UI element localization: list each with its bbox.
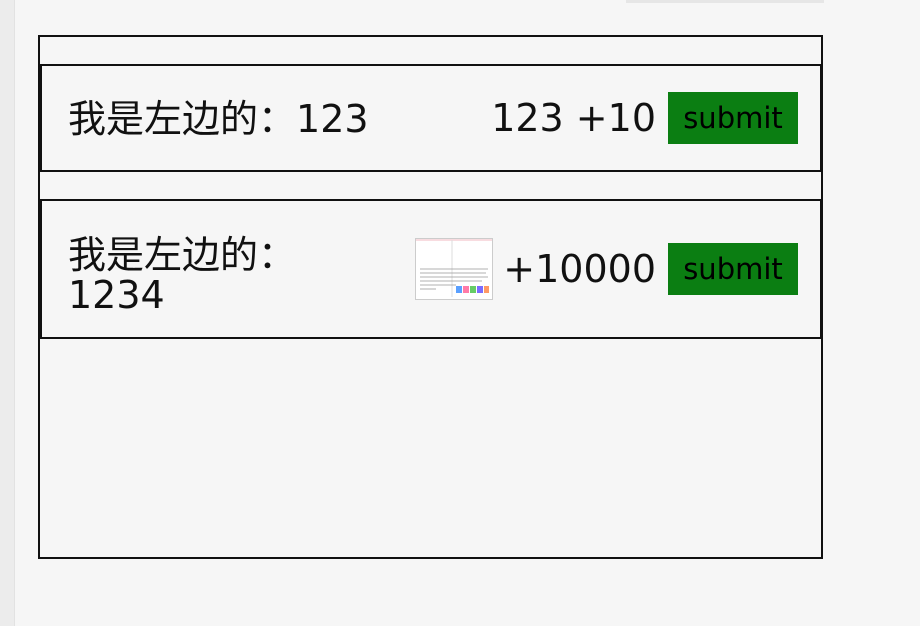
document-thumbnail-icon bbox=[415, 238, 494, 300]
amount-text: +10000 bbox=[503, 247, 656, 291]
item-value: 1234 bbox=[68, 273, 165, 317]
side-panel-edge bbox=[0, 0, 15, 626]
item-label: 我是左边的： bbox=[68, 233, 297, 277]
left-text: 我是左边的： 1234 bbox=[68, 235, 328, 315]
submit-button[interactable]: submit bbox=[668, 92, 798, 144]
list-item-2: 我是左边的： 1234 +10000 submit bbox=[40, 199, 822, 339]
left-text: 我是左边的：123 bbox=[68, 99, 369, 139]
list-item-1: 我是左边的：123 123 +10 submit bbox=[40, 64, 822, 172]
top-edge-element bbox=[626, 0, 824, 3]
amount-text: 123 +10 bbox=[491, 96, 656, 140]
item-label: 我是左边的： bbox=[68, 97, 297, 141]
submit-button[interactable]: submit bbox=[668, 243, 798, 295]
thumbnail-graphic bbox=[416, 239, 493, 299]
right-group: +10000 submit bbox=[415, 237, 798, 301]
right-group: 123 +10 submit bbox=[491, 92, 798, 144]
item-value: 123 bbox=[296, 97, 369, 141]
